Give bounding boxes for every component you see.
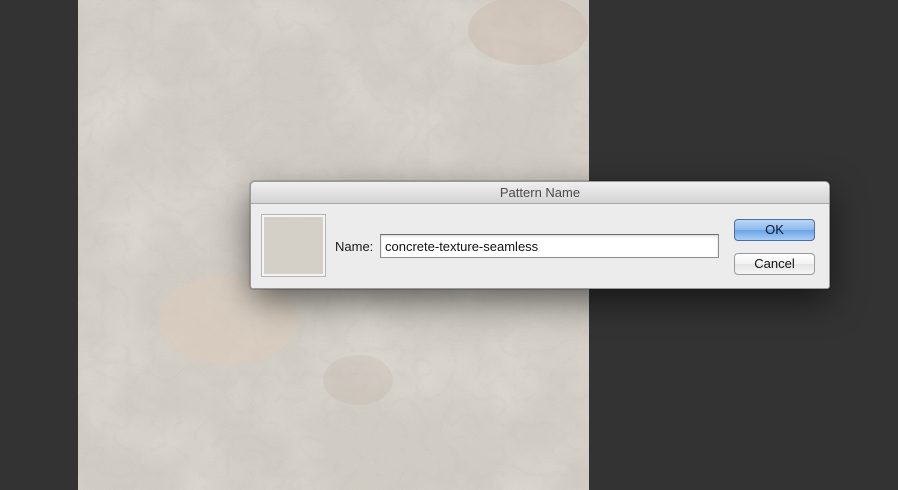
cancel-button[interactable]: Cancel <box>734 253 815 275</box>
pattern-name-input[interactable] <box>380 234 719 258</box>
dialog-title: Pattern Name <box>251 182 829 204</box>
pattern-thumbnail <box>261 214 326 277</box>
pattern-name-dialog: Pattern Name Name: OK Cancel <box>250 181 830 289</box>
name-label: Name: <box>335 239 374 254</box>
pattern-thumbnail-image <box>264 217 323 274</box>
ok-button[interactable]: OK <box>734 219 815 241</box>
